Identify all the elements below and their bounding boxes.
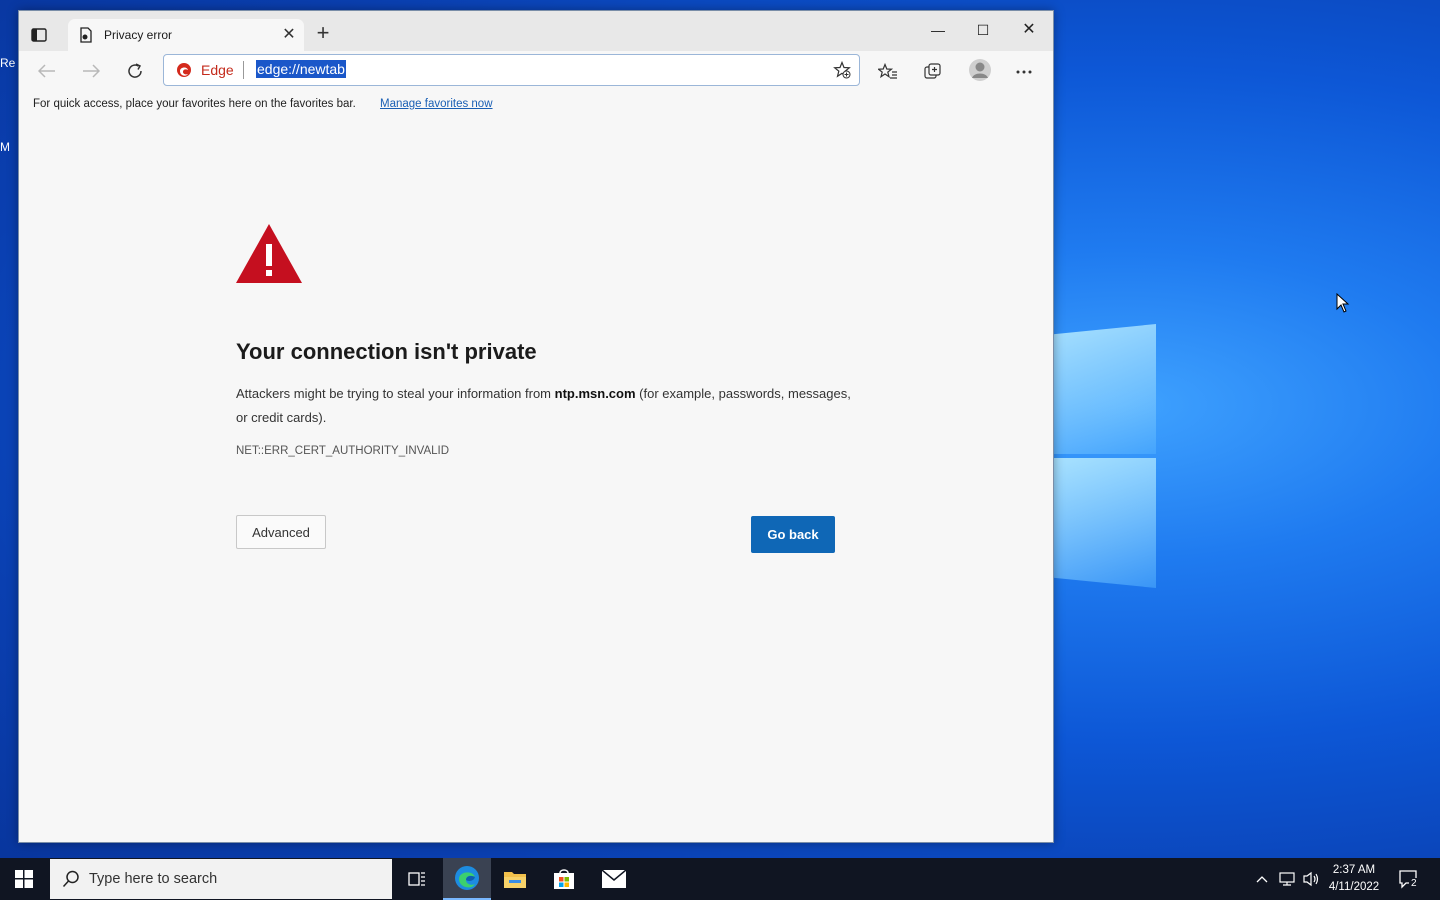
add-favorite-icon[interactable]	[833, 61, 851, 79]
taskbar-edge-button[interactable]	[443, 858, 491, 900]
edge-icon	[455, 866, 479, 890]
clock-date: 4/11/2022	[1328, 881, 1380, 893]
page-icon	[80, 27, 92, 43]
folder-icon	[504, 872, 526, 888]
favorites-bar: For quick access, place your favorites h…	[19, 91, 1053, 123]
close-icon[interactable]: ✕	[280, 26, 298, 44]
maximize-icon[interactable]: ☐	[960, 15, 1006, 45]
close-window-icon[interactable]: ✕	[1006, 15, 1052, 45]
forward-arrow-icon[interactable]	[77, 57, 105, 85]
plus-icon[interactable]: +	[312, 22, 334, 45]
refresh-icon[interactable]	[121, 57, 149, 85]
go-back-button[interactable]: Go back	[751, 516, 835, 553]
task-view-button[interactable]	[393, 858, 441, 900]
search-icon	[62, 870, 79, 888]
network-icon[interactable]	[1276, 858, 1298, 900]
error-page: Your connection isn't private Attackers …	[19, 122, 1053, 842]
favorites-bar-message: For quick access, place your favorites h…	[33, 98, 356, 110]
favorites-icon[interactable]	[877, 61, 899, 83]
search-placeholder: Type here to search	[89, 871, 218, 887]
tab-privacy-error[interactable]: Privacy error ✕	[68, 19, 304, 51]
volume-icon[interactable]	[1300, 858, 1322, 900]
site-identity-label[interactable]: Edge	[201, 62, 234, 78]
error-code: NET::ERR_CERT_AUTHORITY_INVALID	[236, 445, 450, 457]
tab-actions-icon[interactable]	[29, 25, 49, 45]
page-title: Your connection isn't private	[236, 339, 537, 364]
address-bar[interactable]: Edge edge://newtab	[163, 54, 860, 86]
windows-start-icon	[15, 870, 33, 888]
error-description: Attackers might be trying to steal your …	[236, 382, 856, 430]
browser-window: Privacy error ✕ + — ☐ ✕ Edge edge://newt…	[18, 10, 1054, 843]
back-arrow-icon[interactable]	[33, 57, 61, 85]
advanced-button[interactable]: Advanced	[236, 515, 326, 549]
mail-icon	[602, 870, 626, 888]
taskbar-search-box[interactable]: Type here to search	[50, 859, 392, 899]
tab-title: Privacy error	[104, 28, 173, 42]
task-view-icon	[408, 872, 425, 886]
system-clock[interactable]: 2:37 AM 4/11/2022	[1322, 862, 1386, 896]
chevron-up-icon[interactable]	[1252, 858, 1272, 900]
notification-count-badge: 2	[1409, 878, 1419, 889]
manage-favorites-link[interactable]: Manage favorites now	[380, 98, 493, 110]
mouse-cursor-icon	[1336, 293, 1350, 313]
edge-logo-icon	[177, 63, 191, 77]
collections-icon[interactable]	[922, 61, 944, 83]
windows-logo-wallpaper	[1052, 316, 1156, 588]
start-button[interactable]	[0, 858, 48, 900]
navigation-toolbar: Edge edge://newtab	[19, 51, 1053, 91]
profile-icon[interactable]	[967, 57, 993, 83]
minimize-icon[interactable]: —	[915, 15, 961, 45]
more-icon[interactable]	[1013, 61, 1035, 83]
clock-time: 2:37 AM	[1332, 864, 1376, 876]
title-bar: Privacy error ✕ + — ☐ ✕	[19, 11, 1053, 51]
warning-icon	[236, 224, 302, 283]
taskbar-file-explorer-button[interactable]	[491, 858, 539, 900]
desc-host: ntp.msn.com	[554, 386, 636, 401]
taskbar-mail-button[interactable]	[590, 858, 638, 900]
url-text[interactable]: edge://newtab	[256, 60, 346, 78]
taskbar: Type here to search 2:37 AM 4/11/2022 2	[0, 858, 1440, 900]
store-icon	[554, 869, 574, 889]
taskbar-store-button[interactable]	[540, 858, 588, 900]
desc-prefix: Attackers might be trying to steal your …	[236, 386, 555, 401]
action-center-button[interactable]: 2	[1394, 858, 1424, 900]
